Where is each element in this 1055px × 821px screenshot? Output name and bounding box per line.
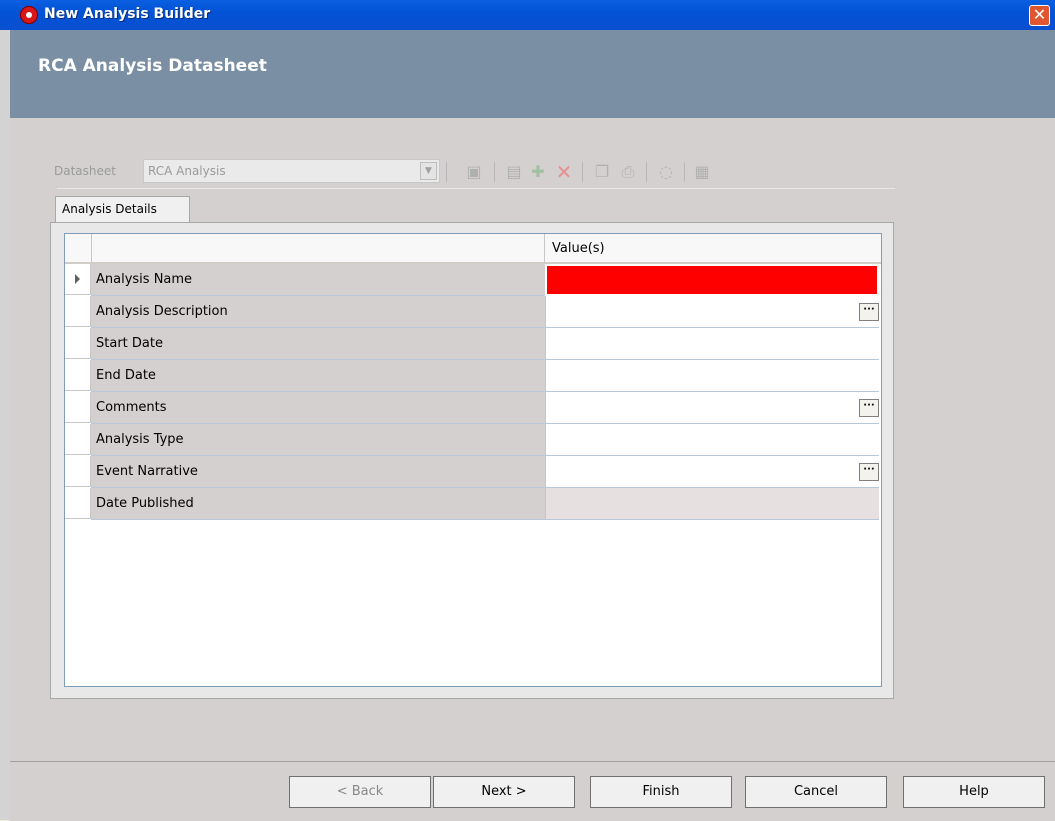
datasheet-label: Datasheet	[54, 164, 116, 178]
table-row[interactable]: Analysis Name	[65, 264, 881, 296]
help-icon[interactable]: ◌	[656, 162, 676, 182]
save-icon[interactable]: ▤	[504, 162, 524, 182]
table-row[interactable]: Date Published	[65, 488, 881, 520]
datasheet-select-value: RCA Analysis	[148, 164, 226, 178]
open-icon[interactable]: ▣	[464, 162, 484, 182]
row-selector[interactable]	[65, 392, 91, 423]
table-row[interactable]: Start Date	[65, 328, 881, 360]
field-label-cell: Date Published	[91, 488, 545, 520]
next-button[interactable]: Next >	[433, 776, 575, 808]
ellipsis-icon[interactable]: ···	[859, 399, 879, 417]
field-label: Analysis Description	[96, 304, 228, 319]
field-label-cell: Start Date	[91, 328, 545, 360]
field-value-input[interactable]	[545, 456, 879, 488]
title-bar: New Analysis Builder ✕	[0, 0, 1055, 30]
table-row[interactable]: Analysis Type	[65, 424, 881, 456]
copy-icon[interactable]: ❐	[592, 162, 612, 182]
field-label-cell: Analysis Name	[91, 264, 545, 296]
finish-button[interactable]: Finish	[590, 776, 732, 808]
header-selector-cell	[65, 234, 92, 262]
window-title: New Analysis Builder	[44, 6, 211, 22]
table-row[interactable]: Event Narrative ···	[65, 456, 881, 488]
table-row[interactable]: Analysis Description ···	[65, 296, 881, 328]
save-new-icon[interactable]: ✚	[528, 162, 548, 182]
field-label-cell: End Date	[91, 360, 545, 392]
field-label-cell: Analysis Type	[91, 424, 545, 456]
field-value-input[interactable]	[545, 360, 879, 392]
field-value-input[interactable]	[545, 392, 879, 424]
field-label: Date Published	[96, 496, 194, 511]
field-value-input[interactable]	[545, 296, 879, 328]
field-label-cell: Event Narrative	[91, 456, 545, 488]
row-selector[interactable]	[65, 296, 91, 327]
print-icon[interactable]: ⎙	[618, 162, 638, 182]
field-label: Analysis Name	[96, 272, 193, 287]
page-title: RCA Analysis Datasheet	[38, 56, 267, 76]
row-selector[interactable]	[65, 456, 91, 487]
current-row-arrow-icon	[75, 274, 80, 284]
grid-header: Value(s)	[65, 234, 881, 264]
ellipsis-icon[interactable]: ···	[859, 303, 879, 321]
help-button[interactable]: Help	[903, 776, 1045, 808]
app-icon	[20, 6, 38, 24]
row-selector[interactable]	[65, 360, 91, 391]
field-label-cell: Analysis Description	[91, 296, 545, 328]
row-selector[interactable]	[65, 328, 91, 359]
row-selector[interactable]	[65, 488, 91, 519]
dialog-window: New Analysis Builder ✕ RCA Analysis Data…	[0, 0, 1055, 821]
datasheet-grid: Value(s) Analysis Name Analysis Descripti…	[64, 233, 882, 687]
field-value-input[interactable]	[545, 424, 879, 456]
field-value-input[interactable]	[545, 328, 879, 360]
value-column-header: Value(s)	[552, 241, 605, 256]
close-button[interactable]: ✕	[1029, 5, 1050, 26]
back-button[interactable]: < Back	[289, 776, 431, 808]
field-label: Comments	[96, 400, 167, 415]
tab-analysis-details[interactable]: Analysis Details	[55, 196, 190, 222]
row-selector[interactable]	[65, 424, 91, 455]
field-label: End Date	[96, 368, 156, 383]
row-selector[interactable]	[65, 264, 91, 295]
field-label: Start Date	[96, 336, 163, 351]
field-value-input[interactable]	[545, 264, 879, 296]
toolbar-separator	[684, 162, 685, 182]
field-label: Analysis Type	[96, 432, 184, 447]
header-field-cell	[91, 234, 545, 262]
toolbar-separator	[494, 162, 495, 182]
toolbar-separator	[582, 162, 583, 182]
header-banner: RCA Analysis Datasheet	[10, 30, 1055, 118]
ellipsis-icon[interactable]: ···	[859, 463, 879, 481]
table-row[interactable]: Comments ···	[65, 392, 881, 424]
table-row[interactable]: End Date	[65, 360, 881, 392]
tab-label: Analysis Details	[62, 202, 157, 216]
toolbar-divider	[57, 188, 895, 189]
delete-icon[interactable]: ✕	[554, 162, 574, 182]
cancel-button[interactable]: Cancel	[745, 776, 887, 808]
toolbar-separator	[446, 162, 447, 182]
field-label-cell: Comments	[91, 392, 545, 424]
field-value-input	[545, 488, 879, 520]
properties-icon[interactable]: ▦	[692, 162, 712, 182]
field-label: Event Narrative	[96, 464, 198, 479]
toolbar-separator	[646, 162, 647, 182]
datasheet-select[interactable]: RCA Analysis ▼	[143, 159, 440, 183]
chevron-down-icon[interactable]: ▼	[420, 162, 437, 180]
